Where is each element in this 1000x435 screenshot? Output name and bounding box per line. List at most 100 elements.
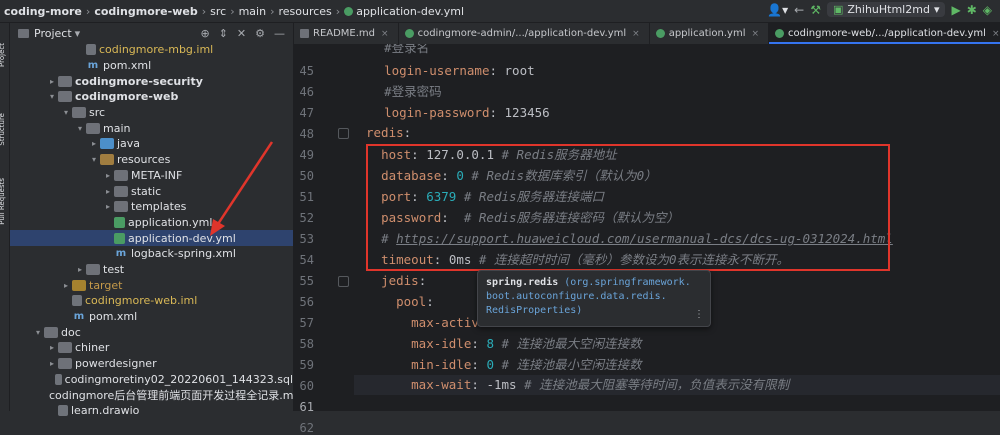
chevron-down-icon[interactable]: ▾ [88,155,100,164]
gear-icon[interactable]: ⚙ [255,27,265,40]
tree-item[interactable]: m pom.xml [10,58,293,74]
tree-item[interactable]: ▾ resources [10,152,293,168]
tree-item[interactable]: application-dev.yml [10,230,293,246]
yml-file-icon [114,232,125,244]
breadcrumb-item[interactable]: main [239,5,266,18]
run-config-label: ZhihuHtml2md [847,3,930,16]
chevron-down-icon[interactable]: ▾ [75,27,81,40]
file-icon [72,295,82,307]
chevron-right-icon[interactable]: ▸ [60,281,72,290]
run-config-selector[interactable]: ▣ ZhihuHtml2md ▾ [826,2,946,17]
editor-tabs: README.md × codingmore-admin/.../applicati… [294,23,1000,45]
tree-item[interactable]: codingmore-web.iml [10,293,293,309]
chevron-down-icon[interactable]: ▾ [60,108,72,117]
tool-pull-requests[interactable]: Pull Requests [0,178,10,225]
minimize-icon[interactable]: — [274,27,285,40]
folder-icon [72,107,86,119]
project-panel: Project ▾ ⊕ ⇕ ✕ ⚙ — codingmore-mbg.iml m p… [10,23,300,417]
fold-marker-icon[interactable] [338,276,349,287]
tree-item[interactable]: ▸ META-INF [10,168,293,184]
tree-item[interactable]: ▸ target [10,277,293,293]
line-number: 48 [299,127,314,141]
tree-item[interactable]: codingmore后台管理前端页面开发过程全记录.md [10,387,300,403]
breadcrumb-item[interactable]: application-dev.yml [356,5,464,18]
line-number: 50 [299,169,314,183]
chevron-right-icon[interactable]: ▸ [102,171,114,180]
chevron-right-icon[interactable]: ▸ [88,139,100,148]
back-arrow-icon[interactable]: ← [794,3,804,17]
close-icon[interactable]: ✕ [237,27,246,40]
build-hammer-icon[interactable]: ⚒ [810,3,821,17]
line-number: 47 [299,106,314,120]
tree-item[interactable]: application.yml [10,215,293,231]
line-number: 62 [299,421,314,435]
tree-item-label: target [89,278,123,292]
tree-item[interactable]: ▸ java [10,136,293,152]
breadcrumb-item[interactable]: resources [278,5,331,18]
folder-icon [86,263,100,275]
tree-item[interactable]: m pom.xml [10,309,293,325]
line-number: 59 [299,358,314,372]
folder-icon [58,75,72,87]
code-line: #登录密码 [384,84,442,99]
chevron-down-icon[interactable]: ▾ [32,328,44,337]
tree-item-label: codingmore-security [75,74,203,88]
navigation-bar: coding-more › codingmore-web › src › main › … [0,0,1000,23]
coverage-icon[interactable]: ◈ [983,3,992,17]
project-panel-header: Project ▾ ⊕ ⇕ ✕ ⚙ — [10,23,293,43]
tree-item[interactable]: ▾ codingmore-web [10,89,293,105]
line-number: 58 [299,337,314,351]
chevron-down-icon[interactable]: ▾ [46,92,58,101]
close-tab-icon[interactable]: × [381,29,389,39]
folder-icon [100,138,114,150]
tree-item[interactable]: ▸ static [10,183,293,199]
editor-tab[interactable]: README.md × [294,23,399,44]
project-panel-title[interactable]: Project [34,27,72,40]
chevron-right-icon[interactable]: ▸ [46,343,58,352]
close-tab-icon[interactable]: × [751,29,759,39]
tree-item[interactable]: ▾ src [10,105,293,121]
editor-tab[interactable]: application.yml × [650,23,770,44]
tree-item[interactable]: ▸ codingmore-security [10,73,293,89]
tree-item-label: java [117,137,141,151]
collapse-icon[interactable]: ⇕ [219,27,228,40]
tree-item[interactable]: codingmore-mbg.iml [10,42,293,58]
breadcrumb-item[interactable]: codingmore-web [94,5,197,18]
tree-item[interactable]: m logback-spring.xml [10,246,293,262]
line-number: 55 [299,274,314,288]
fold-marker-icon[interactable] [338,128,349,139]
debug-icon[interactable]: ✱ [967,3,977,17]
code-line: jedis: [381,273,427,288]
yml-file-icon [344,6,354,16]
chevron-right-icon[interactable]: ▸ [102,202,114,211]
run-icon[interactable]: ▶ [951,3,960,17]
editor-tab[interactable]: codingmore-web/.../application-dev.yml × [769,23,1000,44]
chevron-down-icon[interactable]: ▾ [74,124,86,133]
tree-item[interactable]: ▸ templates [10,199,293,215]
tree-item-label: doc [61,325,81,339]
tree-item-label: test [103,262,125,276]
more-options-icon[interactable]: ⋮ [694,308,704,322]
breadcrumb-item[interactable]: coding-more [4,5,82,18]
close-tab-icon[interactable]: × [992,29,1000,39]
editor-tab[interactable]: codingmore-admin/.../application-dev.yml… [399,23,650,44]
user-icon[interactable]: 👤▾ [767,3,788,17]
tool-structure[interactable]: Structure [0,113,10,146]
chevron-right-icon[interactable]: ▸ [74,265,86,274]
maven-file-icon: m [115,248,127,260]
tree-item[interactable]: ▸ test [10,262,293,278]
left-tool-strip: Project Structure Pull Requests [0,23,10,411]
close-tab-icon[interactable]: × [632,29,640,39]
folder-icon [114,169,128,181]
tree-item[interactable]: ▸ powerdesigner [10,356,293,372]
tool-project[interactable]: Project [0,43,10,67]
tree-item[interactable]: ▾ main [10,120,293,136]
chevron-right-icon[interactable]: ▸ [102,187,114,196]
chevron-right-icon[interactable]: ▸ [46,77,58,86]
breadcrumb-item[interactable]: src [210,5,226,18]
chevron-right-icon[interactable]: ▸ [46,359,58,368]
tree-item[interactable]: ▸ chiner [10,340,293,356]
tree-item[interactable]: ▾ doc [10,324,293,340]
locate-icon[interactable]: ⊕ [200,27,209,40]
tree-item[interactable]: codingmoretiny02_20220601_144323.sql [10,371,293,387]
